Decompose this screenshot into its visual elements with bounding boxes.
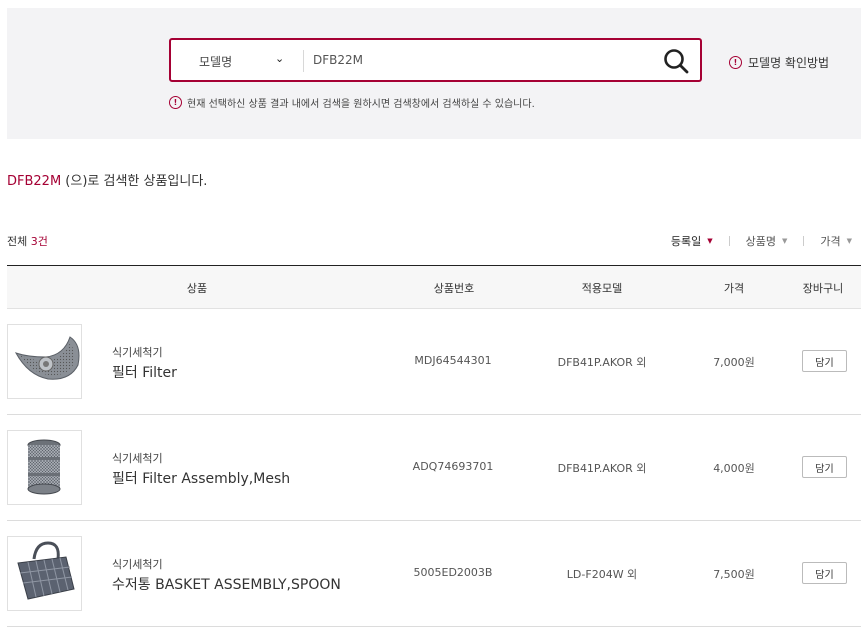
model-select-value: 모델명	[199, 55, 233, 69]
table-row: 식기세척기 필터 Filter MDJ64544301 DFB41P.AKOR …	[7, 309, 861, 415]
header-model: 적용모델	[581, 282, 623, 295]
sort-by-name[interactable]: 상품명 ▼	[746, 233, 788, 249]
filter-disc-icon	[14, 336, 80, 380]
search-notice: ! 현재 선택하신 상품 결과 내에서 검색을 원하시면 검색창에서 검색하실 …	[169, 95, 535, 110]
search-button[interactable]	[662, 47, 690, 75]
add-to-cart-button[interactable]: 담기	[802, 562, 847, 584]
part-number: MDJ64544301	[414, 354, 492, 367]
product-image[interactable]	[7, 430, 82, 505]
sort-label: 상품명	[745, 235, 776, 248]
table-row: 식기세척기 수저통 BASKET ASSEMBLY,SPOON 5005ED20…	[7, 521, 861, 627]
caret-down-icon: ▼	[781, 237, 788, 245]
search-box: 모델명 ⌄	[169, 38, 702, 82]
add-to-cart-button[interactable]: 담기	[802, 350, 847, 372]
result-keyword: DFB22M	[7, 174, 62, 189]
sort-label: 등록일	[670, 235, 702, 248]
result-count: 전체 3건	[7, 233, 48, 249]
part-number: 5005ED2003B	[413, 566, 493, 579]
result-heading: DFB22M (으)로 검색한 상품입니다.	[7, 170, 207, 189]
price: 4,000원	[713, 462, 755, 475]
caret-down-icon: ▼	[707, 237, 713, 245]
info-icon: !	[729, 56, 742, 69]
count-prefix: 전체	[7, 235, 31, 248]
sort-label: 가격	[820, 235, 841, 248]
spoon-basket-icon	[17, 541, 75, 600]
add-to-cart-button[interactable]: 담기	[802, 456, 847, 478]
divider	[728, 236, 730, 246]
applied-model: DFB41P.AKOR 외	[557, 462, 647, 475]
product-category: 식기세척기	[112, 452, 163, 465]
product-name-link[interactable]: 필터 Filter	[112, 362, 177, 382]
model-help-link[interactable]: ! 모델명 확인방법	[729, 54, 829, 71]
notice-text: 현재 선택하신 상품 결과 내에서 검색을 원하시면 검색창에서 검색하실 수 …	[187, 99, 535, 110]
product-name-link[interactable]: 수저통 BASKET ASSEMBLY,SPOON	[112, 574, 341, 594]
count-value: 3건	[30, 235, 48, 248]
divider	[803, 236, 805, 246]
applied-model: LD-F204W 외	[566, 568, 638, 581]
header-cart: 장바구니	[802, 282, 844, 295]
table-header: 상품 상품번호 적용모델 가격 장바구니	[7, 265, 861, 309]
search-input[interactable]	[313, 48, 643, 72]
search-icon	[664, 49, 689, 74]
result-suffix: (으)로 검색한 상품입니다.	[61, 174, 208, 189]
model-help-label: 모델명 확인방법	[748, 56, 830, 70]
model-select[interactable]: 모델명 ⌄	[171, 40, 303, 80]
price: 7,000원	[713, 356, 755, 369]
sort-bar: 등록일 ▼ 상품명 ▼ 가격 ▼	[671, 233, 852, 249]
product-name-link[interactable]: 필터 Filter Assembly,Mesh	[112, 468, 290, 488]
sort-by-date[interactable]: 등록일 ▼	[671, 233, 713, 249]
product-category: 식기세척기	[112, 558, 163, 571]
product-category: 식기세척기	[112, 346, 163, 359]
chevron-down-icon: ⌄	[275, 52, 285, 65]
header-price: 가격	[723, 282, 745, 295]
table-row: 식기세척기 필터 Filter Assembly,Mesh ADQ7469370…	[7, 415, 861, 521]
product-image[interactable]	[7, 324, 82, 399]
applied-model: DFB41P.AKOR 외	[557, 356, 647, 369]
sort-by-price[interactable]: 가격 ▼	[820, 233, 852, 249]
product-image[interactable]	[7, 536, 82, 611]
header-part-no: 상품번호	[433, 282, 475, 295]
caret-down-icon: ▼	[846, 237, 852, 245]
divider	[303, 50, 304, 72]
mesh-filter-icon	[27, 439, 61, 495]
part-number: ADQ74693701	[412, 460, 494, 473]
header-product: 상품	[186, 282, 208, 295]
price: 7,500원	[713, 568, 755, 581]
info-icon: !	[169, 96, 182, 109]
search-panel: 모델명 ⌄ ! 모델명 확인방법 ! 현재 선택하신 상품 결과 내에서 검색을…	[7, 8, 861, 139]
